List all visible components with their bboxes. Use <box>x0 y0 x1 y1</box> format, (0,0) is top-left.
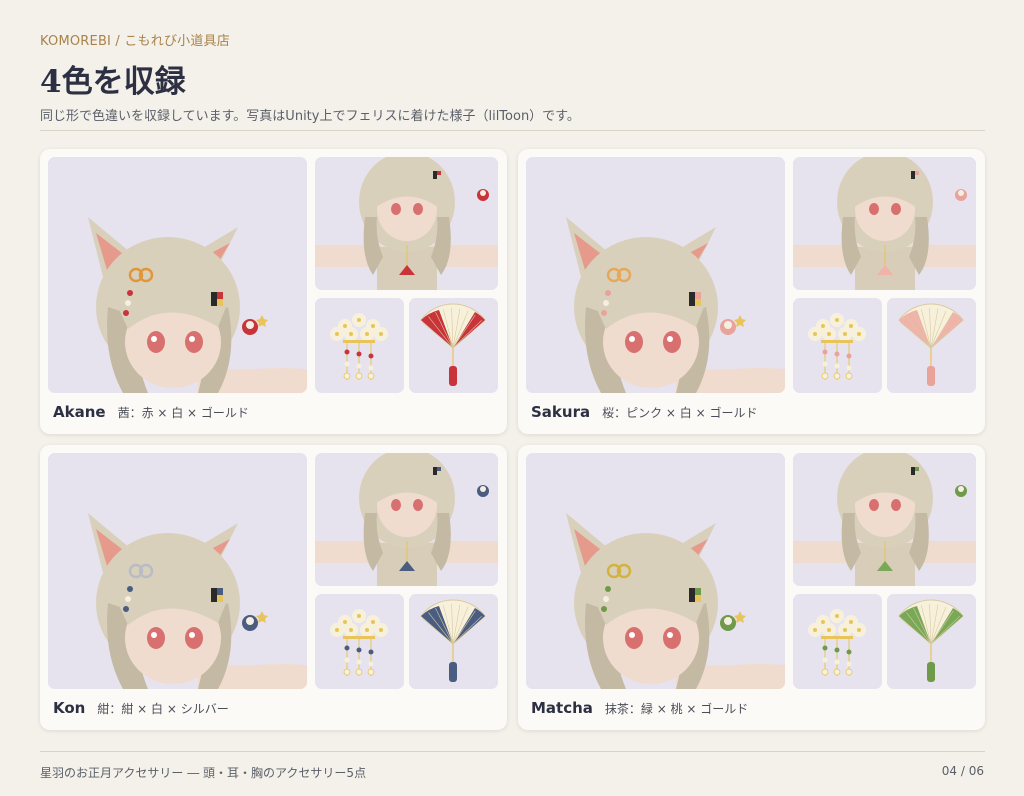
tpose-photo <box>315 157 498 290</box>
variant-colors: 茜：赤 × 白 × ゴールド <box>117 406 249 420</box>
variant-card-kon: Kon 紺：紺 × 白 × シルバー <box>40 445 507 730</box>
variant-card-akane: Akane 茜：赤 × 白 × ゴールド <box>40 149 507 434</box>
header-divider <box>40 130 985 131</box>
head-closeup-photo <box>526 157 785 393</box>
hair-ornament-photo <box>315 594 404 689</box>
head-closeup-photo <box>526 453 785 689</box>
hair-ornament-photo <box>793 594 882 689</box>
variant-caption: Kon 紺：紺 × 白 × シルバー <box>53 699 229 717</box>
variant-name: Kon <box>53 699 86 717</box>
fan-charm-photo <box>887 298 976 393</box>
head-closeup-photo <box>48 157 307 393</box>
variant-colors: 紺：紺 × 白 × シルバー <box>97 702 229 716</box>
variant-caption: Sakura 桜：ピンク × 白 × ゴールド <box>531 403 757 421</box>
variant-name: Sakura <box>531 403 591 421</box>
variant-name: Matcha <box>531 699 593 717</box>
hair-ornament-photo <box>315 298 404 393</box>
fan-charm-photo <box>409 594 498 689</box>
variant-name: Akane <box>53 403 106 421</box>
variant-colors: 抹茶：緑 × 桃 × ゴールド <box>604 702 749 716</box>
variant-caption: Akane 茜：赤 × 白 × ゴールド <box>53 403 249 421</box>
head-closeup-photo <box>48 453 307 689</box>
page-number: 04 / 06 <box>941 764 984 778</box>
fan-charm-photo <box>409 298 498 393</box>
footer-divider <box>40 751 985 752</box>
page-title: 4色を収録 <box>40 64 186 100</box>
brand-label: KOMOREBI / こもれび小道具店 <box>40 34 230 49</box>
variant-caption: Matcha 抹茶：緑 × 桃 × ゴールド <box>531 699 748 717</box>
hair-ornament-photo <box>793 298 882 393</box>
variant-grid: Akane 茜：赤 × 白 × ゴールド Sakura 桜：ピンク × 白 × … <box>40 149 985 730</box>
page-subtitle: 同じ形で色違いを収録しています。写真はUnity上でフェリスに着けた様子（lil… <box>40 109 580 124</box>
footer-title: 星羽のお正月アクセサリー ― 頭・耳・胸のアクセサリー5点 <box>40 766 367 780</box>
variant-card-matcha: Matcha 抹茶：緑 × 桃 × ゴールド <box>518 445 985 730</box>
fan-charm-photo <box>887 594 976 689</box>
variant-colors: 桜：ピンク × 白 × ゴールド <box>602 406 758 420</box>
tpose-photo <box>315 453 498 586</box>
tpose-photo <box>793 157 976 290</box>
variant-card-sakura: Sakura 桜：ピンク × 白 × ゴールド <box>518 149 985 434</box>
tpose-photo <box>793 453 976 586</box>
